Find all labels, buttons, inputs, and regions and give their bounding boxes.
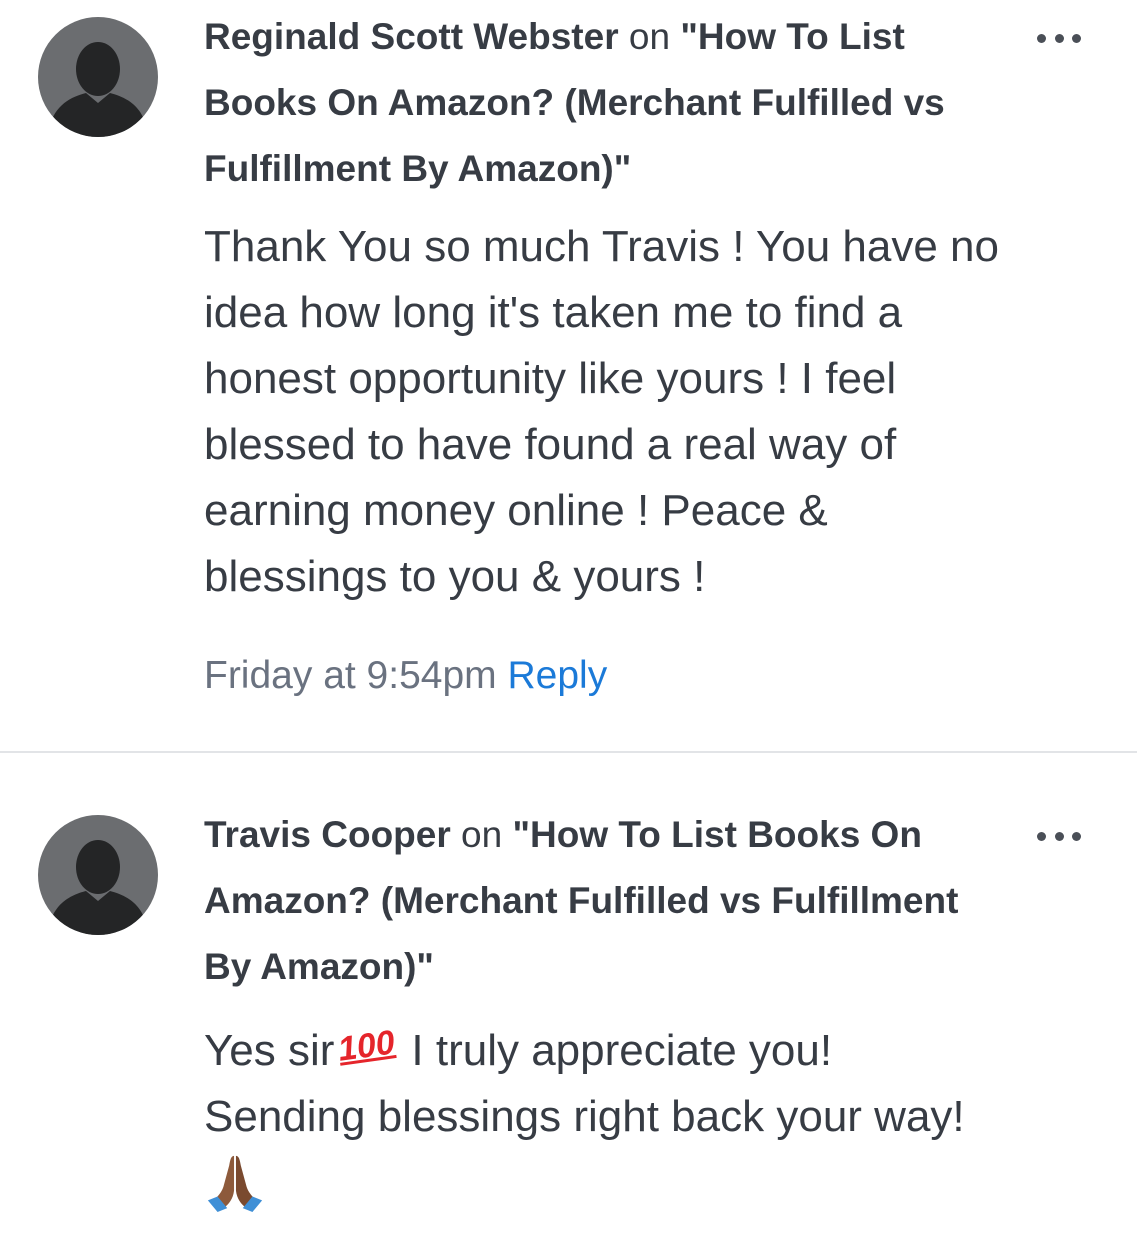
comment-header: Travis Cooper on "How To List Books On A…: [204, 802, 994, 1000]
comment-text-part: Yes sir: [204, 1026, 335, 1075]
more-options-icon[interactable]: [1037, 28, 1081, 48]
on-label: on: [628, 16, 671, 57]
on-label: on: [461, 814, 503, 855]
folded-hands-emoji-icon: [207, 1155, 263, 1212]
comment-text: Yes sir100 I truly appreciate you! Sendi…: [204, 1013, 1004, 1217]
comment-text: Thank You so much Travis ! You have no i…: [204, 222, 999, 601]
comment-item: Reginald Scott Webster on "How To List B…: [0, 0, 1137, 752]
user-avatar-icon[interactable]: [38, 17, 158, 137]
comment-item: Travis Cooper on "How To List Books On A…: [0, 754, 1137, 1245]
comment-header: Reginald Scott Webster on "How To List B…: [204, 4, 1004, 202]
comment-divider: [0, 751, 1137, 753]
comment-meta: Friday at 9:54pm Reply: [204, 643, 607, 709]
comment-timestamp: Friday at 9:54pm: [204, 654, 497, 697]
user-avatar-icon[interactable]: [38, 815, 158, 935]
reply-link[interactable]: Reply: [507, 654, 607, 697]
more-options-icon[interactable]: [1037, 826, 1081, 846]
comment-author[interactable]: Reginald Scott Webster: [204, 16, 619, 57]
comment-author[interactable]: Travis Cooper: [204, 814, 451, 855]
hundred-points-emoji-icon: 100: [336, 1023, 398, 1069]
